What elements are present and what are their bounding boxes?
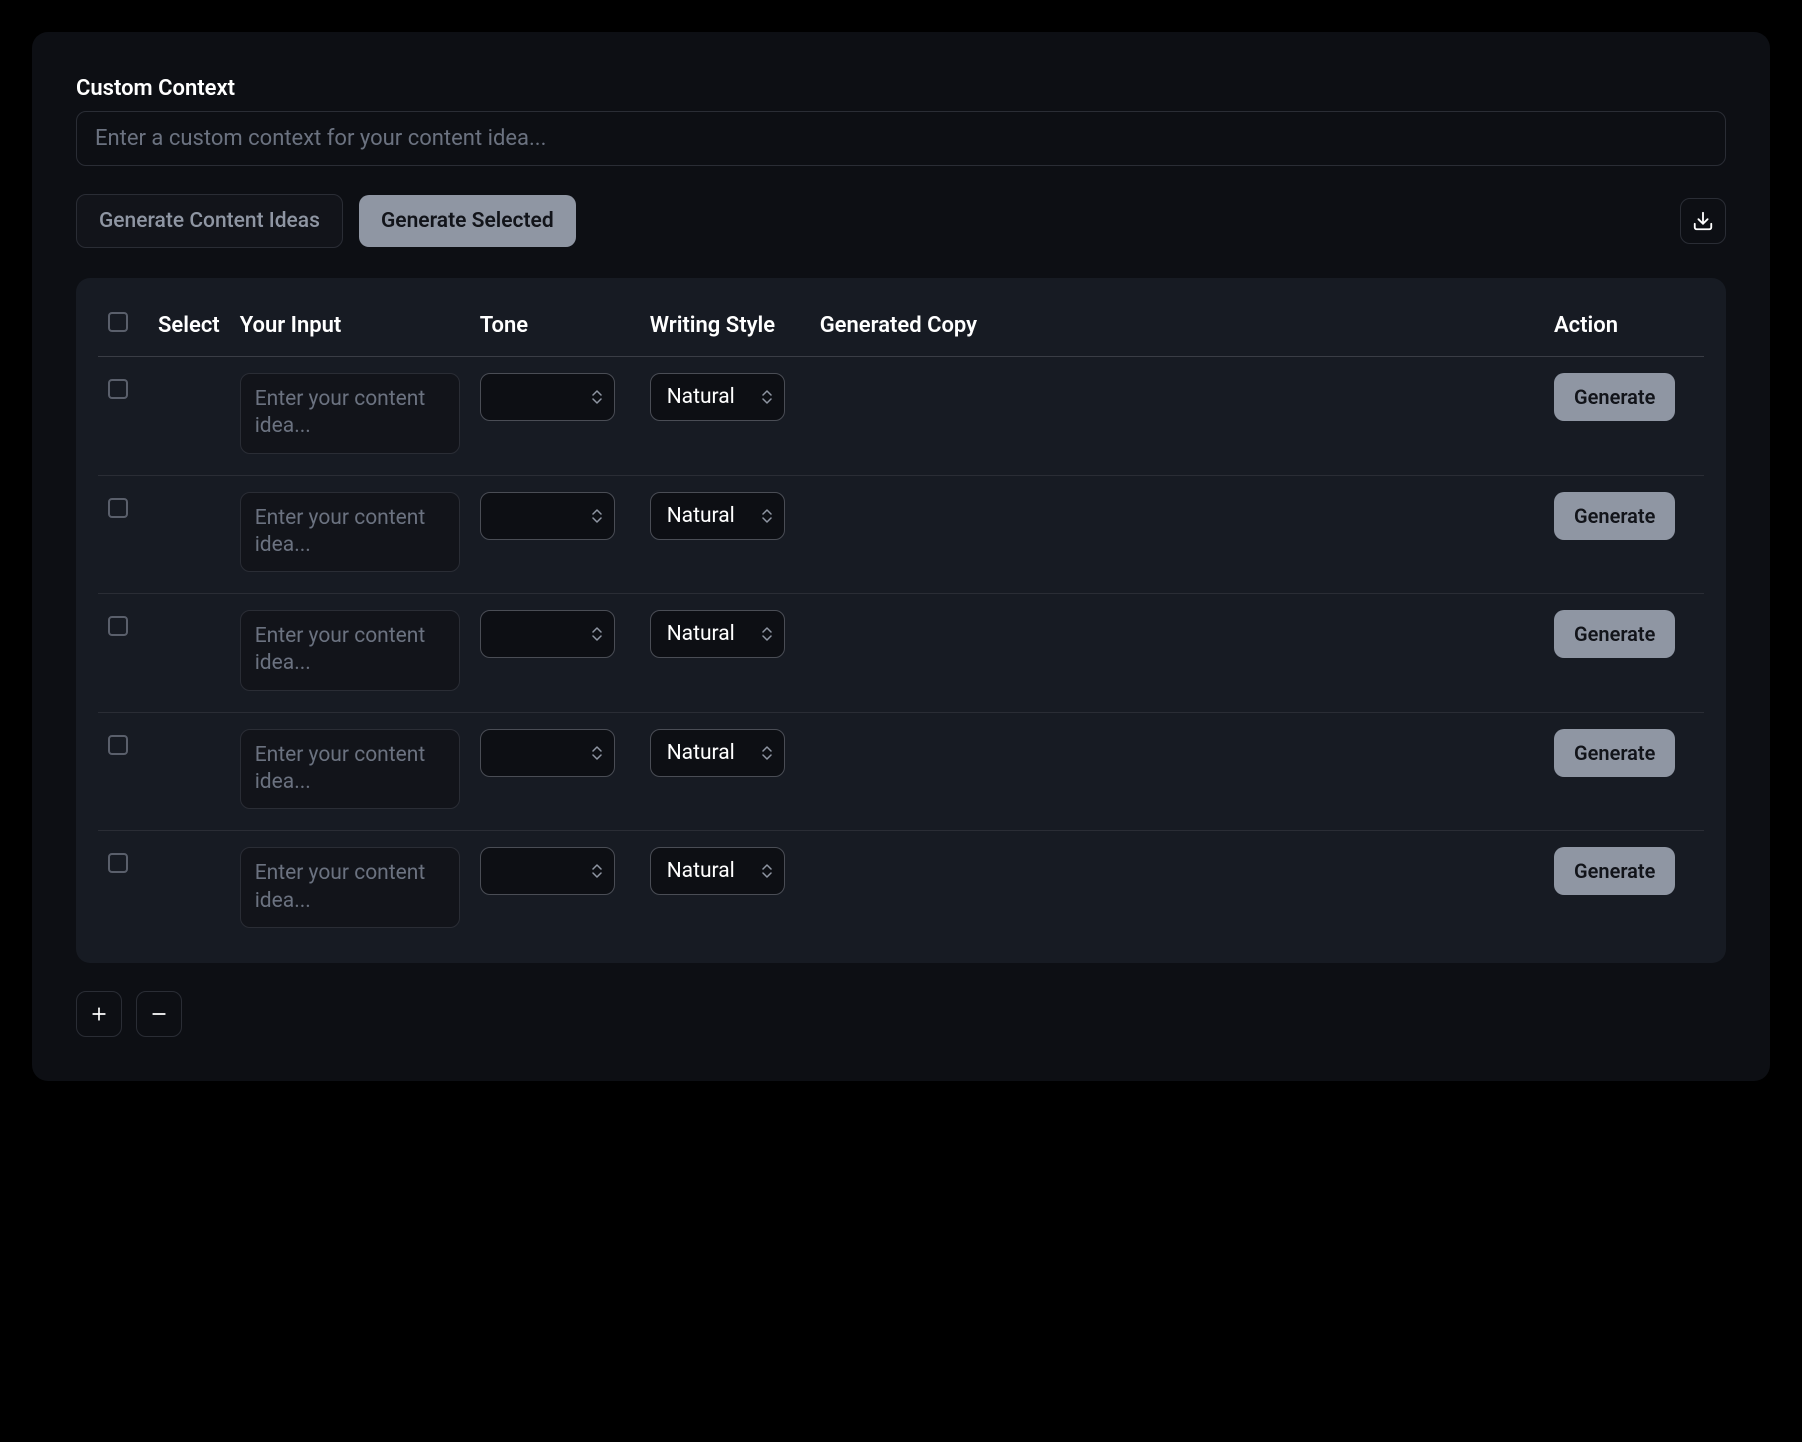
header-select: Select [148, 298, 230, 357]
content-idea-input[interactable] [240, 610, 460, 691]
remove-row-button[interactable] [136, 991, 182, 1037]
generated-copy-cell [810, 831, 1544, 949]
header-your-input: Your Input [230, 298, 470, 357]
plus-icon [89, 1004, 109, 1024]
table-row: Natural Generate [98, 475, 1704, 594]
download-icon [1692, 210, 1714, 232]
tone-select[interactable] [480, 610, 615, 658]
generated-copy-cell [810, 712, 1544, 831]
header-writing-style: Writing Style [640, 298, 810, 357]
add-row-button[interactable] [76, 991, 122, 1037]
generated-copy-cell [810, 357, 1544, 476]
header-action: Action [1544, 298, 1704, 357]
table-row: Natural Generate [98, 712, 1704, 831]
table-row: Natural Generate [98, 831, 1704, 949]
generate-button[interactable]: Generate [1554, 847, 1675, 895]
custom-context-input[interactable] [76, 111, 1726, 166]
writing-style-select[interactable]: Natural [650, 847, 785, 895]
custom-context-label: Custom Context [76, 76, 1726, 101]
generate-selected-button[interactable]: Generate Selected [359, 195, 576, 247]
row-checkbox[interactable] [108, 735, 128, 755]
generate-button[interactable]: Generate [1554, 492, 1675, 540]
row-checkbox[interactable] [108, 498, 128, 518]
generated-copy-cell [810, 594, 1544, 713]
content-table-wrap: Select Your Input Tone Writing Style Gen… [76, 278, 1726, 963]
minus-icon [149, 1004, 169, 1024]
table-row: Natural Generate [98, 594, 1704, 713]
writing-style-select[interactable]: Natural [650, 729, 785, 777]
tone-select[interactable] [480, 492, 615, 540]
writing-style-value: Natural [667, 385, 735, 409]
content-idea-input[interactable] [240, 373, 460, 454]
content-table-body: Natural Generate Natural Generate Natura… [98, 357, 1704, 949]
row-checkbox[interactable] [108, 616, 128, 636]
download-button[interactable] [1680, 198, 1726, 244]
table-row: Natural Generate [98, 357, 1704, 476]
generated-copy-cell [810, 475, 1544, 594]
content-idea-input[interactable] [240, 729, 460, 810]
actions-row: Generate Content Ideas Generate Selected [76, 194, 1726, 248]
content-table: Select Your Input Tone Writing Style Gen… [98, 298, 1704, 949]
main-panel: Custom Context Generate Content Ideas Ge… [32, 32, 1770, 1081]
writing-style-value: Natural [667, 741, 735, 765]
select-all-checkbox[interactable] [108, 312, 128, 332]
content-idea-input[interactable] [240, 847, 460, 928]
row-checkbox[interactable] [108, 853, 128, 873]
writing-style-value: Natural [667, 622, 735, 646]
header-generated-copy: Generated Copy [810, 298, 1544, 357]
tone-select[interactable] [480, 373, 615, 421]
writing-style-value: Natural [667, 504, 735, 528]
writing-style-value: Natural [667, 859, 735, 883]
writing-style-select[interactable]: Natural [650, 492, 785, 540]
generate-button[interactable]: Generate [1554, 729, 1675, 777]
writing-style-select[interactable]: Natural [650, 373, 785, 421]
content-idea-input[interactable] [240, 492, 460, 573]
generate-content-ideas-button[interactable]: Generate Content Ideas [76, 194, 343, 248]
header-tone: Tone [470, 298, 640, 357]
row-control-buttons [76, 991, 1726, 1037]
tone-select[interactable] [480, 729, 615, 777]
row-checkbox[interactable] [108, 379, 128, 399]
generate-button[interactable]: Generate [1554, 373, 1675, 421]
header-select-checkbox-cell [98, 298, 148, 357]
tone-select[interactable] [480, 847, 615, 895]
writing-style-select[interactable]: Natural [650, 610, 785, 658]
generate-button[interactable]: Generate [1554, 610, 1675, 658]
